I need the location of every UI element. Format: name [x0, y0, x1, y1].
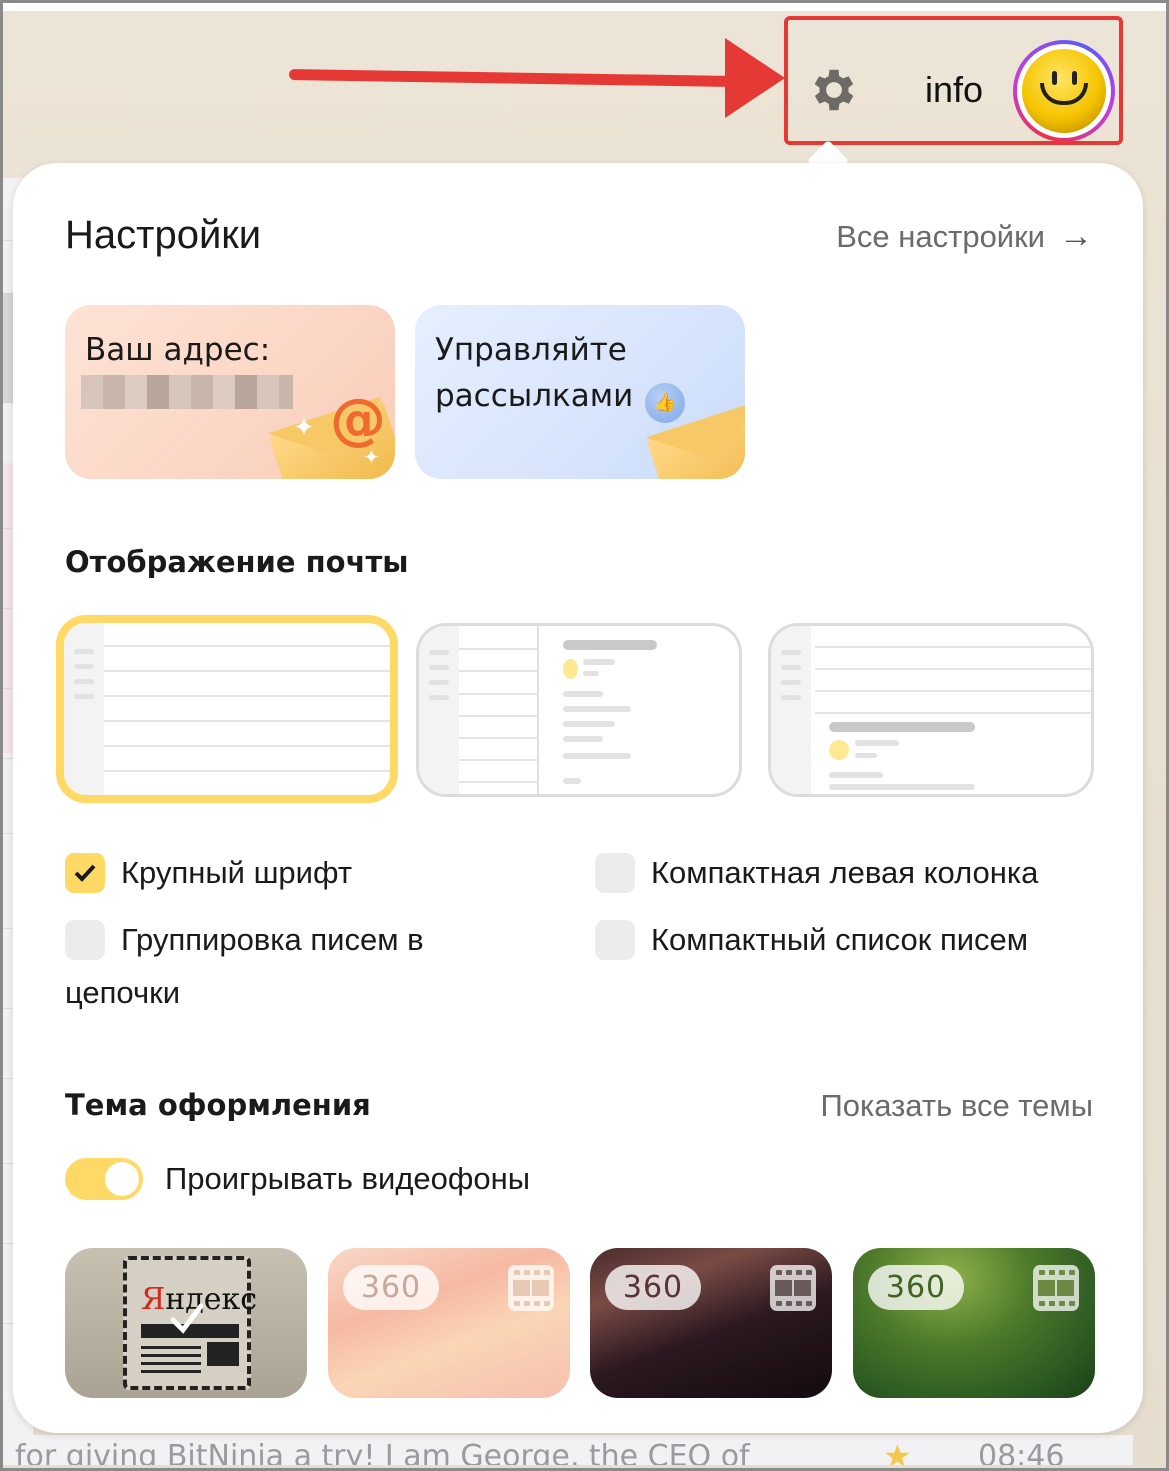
sparkle-icon: ✦	[293, 413, 315, 443]
mail-display-title: Отображение почты	[65, 545, 409, 579]
mail-row[interactable]: for giving BitNinja a try! I am George, …	[3, 1435, 1133, 1465]
settings-popover: Настройки Все настройки → Ваш адрес: @ ✦…	[13, 163, 1143, 1433]
selected-check-icon	[170, 1303, 204, 1334]
mail-snippet: for giving BitNinja a try! I am George, …	[15, 1439, 750, 1465]
your-address-label: Ваш адрес:	[85, 332, 271, 368]
sparkle-icon: ✦	[363, 445, 380, 469]
video-film-icon	[1033, 1265, 1079, 1311]
arrow-right-icon: →	[1059, 217, 1093, 255]
all-settings-label: Все настройки	[836, 218, 1045, 254]
layout-option-horizontal-split[interactable]	[768, 623, 1094, 797]
video-backgrounds-toggle-row[interactable]: Проигрывать видеофоны	[65, 1158, 530, 1200]
large-font-label: Крупный шрифт	[121, 855, 353, 890]
all-settings-link[interactable]: Все настройки →	[836, 217, 1093, 256]
compact-list-label: Компактный список писем	[651, 922, 1029, 957]
thread-grouping-label: Группировка писем в	[121, 922, 424, 957]
panel-title: Настройки	[65, 213, 262, 257]
checkbox-unchecked[interactable]	[595, 853, 635, 893]
compact-left-column-checkbox[interactable]: Компактная левая колонка	[595, 853, 1038, 899]
address-redacted	[81, 375, 293, 409]
layout-option-vertical-split[interactable]	[416, 623, 742, 797]
checkbox-unchecked[interactable]	[595, 920, 635, 960]
manage-subscriptions-card[interactable]: Управляйте рассылками 👍	[415, 305, 745, 479]
theme-yandex-classic[interactable]: Яндекс	[65, 1248, 307, 1398]
checkbox-checked[interactable]	[65, 853, 105, 893]
annotation-arrow-head	[725, 38, 785, 118]
video-film-icon	[508, 1265, 554, 1311]
360-badge: 360	[605, 1265, 701, 1310]
thread-grouping-label-cont: цепочки	[65, 975, 181, 1010]
compact-left-column-label: Компактная левая колонка	[651, 855, 1039, 890]
your-address-card[interactable]: Ваш адрес: @ ✦ ✦	[65, 305, 395, 479]
mail-time: 08:46	[978, 1439, 1065, 1465]
video-backgrounds-label: Проигрывать видеофоны	[165, 1161, 531, 1196]
show-all-themes-link[interactable]: Показать все темы	[820, 1088, 1093, 1124]
theme-360-dark[interactable]: 360	[590, 1248, 832, 1398]
browser-viewport: for giving BitNinja a try! I am George, …	[3, 3, 1166, 1468]
star-icon[interactable]: ★	[883, 1437, 912, 1465]
manage-subscriptions-label: Управляйте рассылками	[435, 332, 634, 414]
theme-360-peach[interactable]: 360	[328, 1248, 570, 1398]
theme-360-grass[interactable]: 360	[853, 1248, 1095, 1398]
theme-section-title: Тема оформления	[65, 1088, 371, 1122]
at-sign-icon: @	[330, 387, 386, 452]
large-font-checkbox[interactable]: Крупный шрифт	[65, 853, 352, 899]
360-badge: 360	[868, 1265, 964, 1310]
layout-option-list[interactable]	[56, 615, 398, 803]
video-film-icon	[770, 1265, 816, 1311]
annotation-highlight-box	[784, 16, 1123, 145]
checkmark-icon	[74, 864, 96, 882]
360-badge: 360	[343, 1265, 439, 1310]
thumbs-up-icon: 👍	[645, 383, 685, 423]
video-backgrounds-toggle[interactable]	[65, 1158, 143, 1200]
checkbox-unchecked[interactable]	[65, 920, 105, 960]
thread-grouping-checkbox[interactable]: Группировка писем в	[65, 920, 424, 966]
compact-list-checkbox[interactable]: Компактный список писем	[595, 920, 1028, 966]
